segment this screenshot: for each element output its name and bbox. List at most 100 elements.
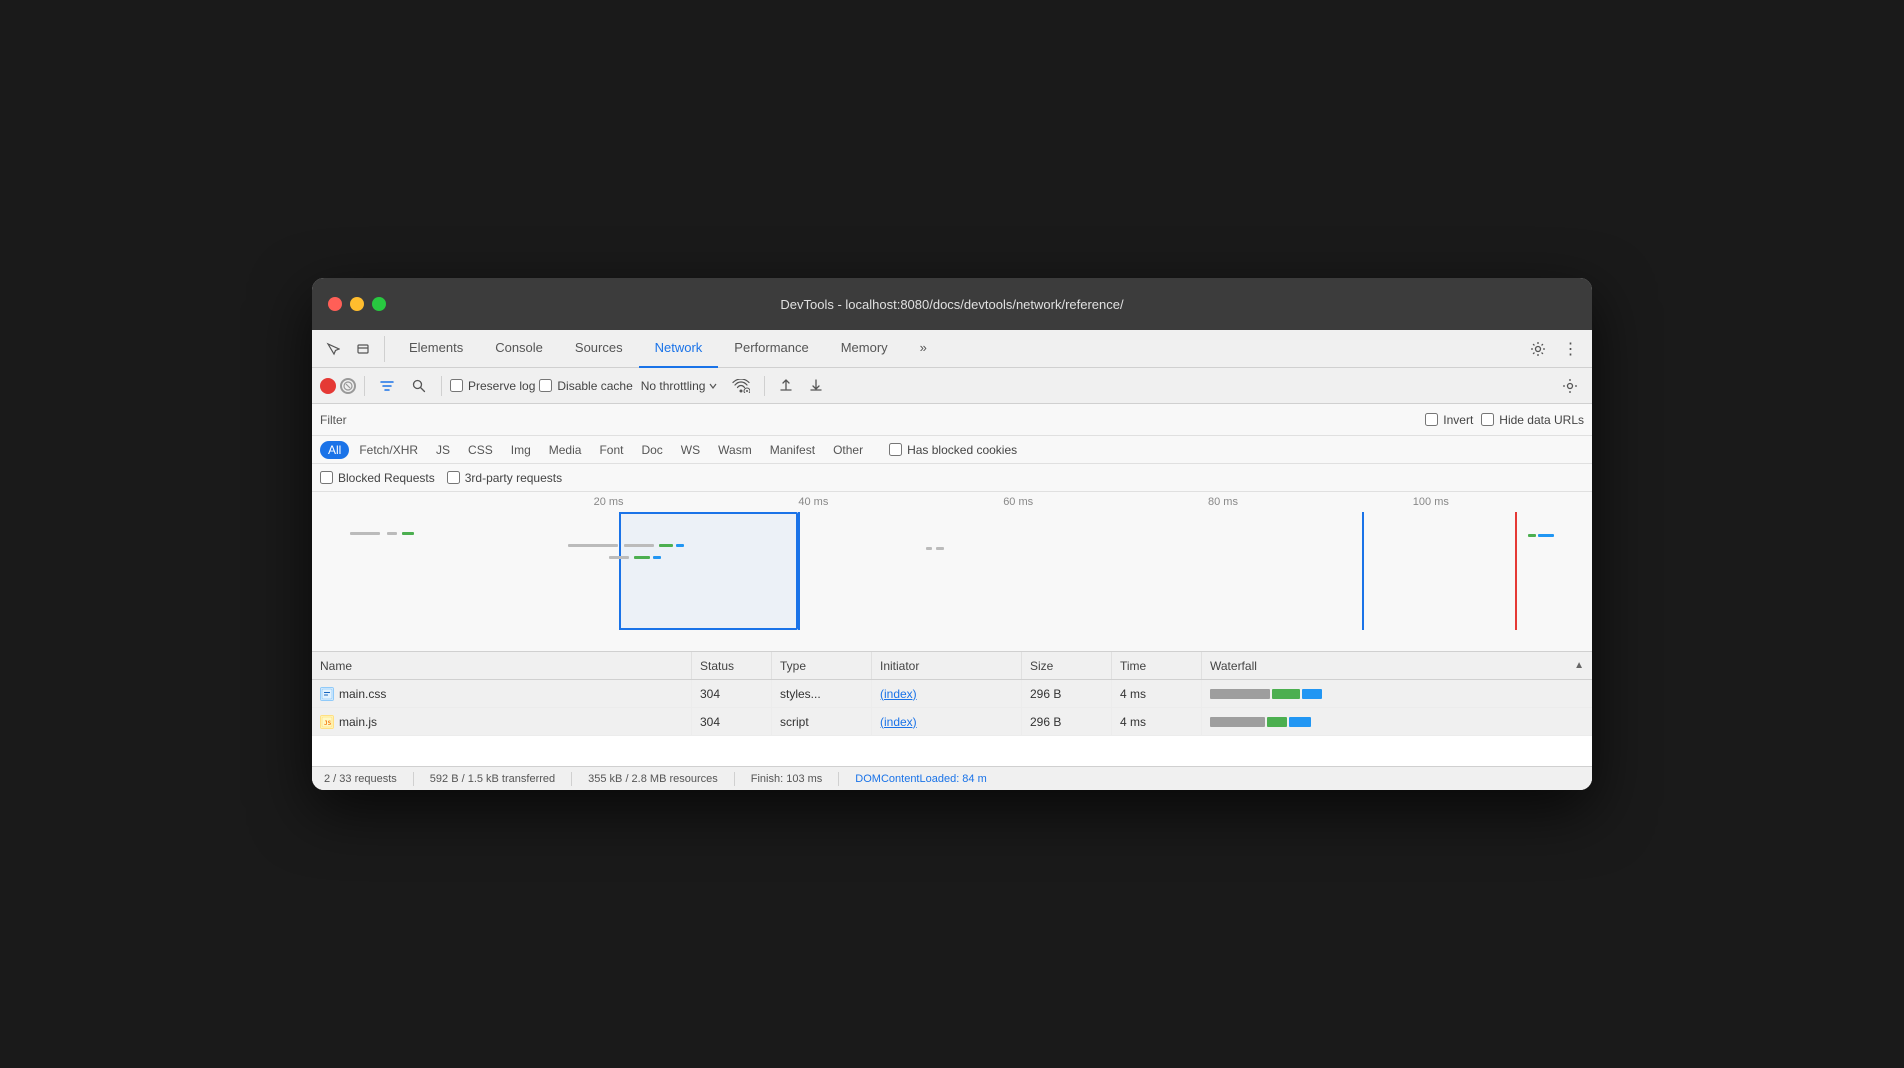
- td-waterfall-js: [1202, 708, 1592, 735]
- resources-size: 355 kB / 2.8 MB resources: [588, 773, 718, 785]
- td-status-js: 304: [692, 708, 772, 735]
- td-time-css: 4 ms: [1112, 680, 1202, 707]
- svg-text:JS: JS: [324, 720, 332, 727]
- minimize-button[interactable]: [350, 297, 364, 311]
- tab-performance[interactable]: Performance: [718, 330, 824, 368]
- waterfall-row-3: [594, 556, 661, 559]
- table-row[interactable]: main.css 304 styles... (index) 296 B 4 m…: [312, 680, 1592, 708]
- disable-cache-checkbox[interactable]: [539, 379, 552, 392]
- network-settings-btn[interactable]: [1556, 372, 1584, 400]
- dom-content-loaded: DOMContentLoaded: 84 m: [855, 773, 986, 785]
- tab-elements[interactable]: Elements: [393, 330, 479, 368]
- td-waterfall-css: [1202, 680, 1592, 707]
- wf-blue-bar-js: [1289, 717, 1311, 727]
- th-name[interactable]: Name: [312, 652, 692, 679]
- filter-media[interactable]: Media: [541, 441, 590, 459]
- filter-wasm[interactable]: Wasm: [710, 441, 760, 459]
- sort-arrow-icon: ▲: [1574, 660, 1584, 671]
- th-type[interactable]: Type: [772, 652, 872, 679]
- has-blocked-cookies-label[interactable]: Has blocked cookies: [889, 443, 1017, 457]
- download-btn[interactable]: [803, 377, 829, 395]
- waterfall-row-2: [568, 544, 684, 547]
- waterfall-row-1: [350, 532, 414, 535]
- invert-label[interactable]: Invert: [1425, 413, 1473, 427]
- invert-checkbox[interactable]: [1425, 413, 1438, 426]
- waterfall-selection-box[interactable]: [619, 512, 798, 630]
- wf-gray-bar-js: [1210, 717, 1265, 727]
- selection-right-handle[interactable]: [798, 512, 800, 630]
- td-size-css: 296 B: [1022, 680, 1112, 707]
- upload-btn[interactable]: [773, 377, 799, 395]
- waterfall-overview[interactable]: 20 ms 40 ms 60 ms 80 ms 100 ms: [312, 492, 1592, 652]
- selection-left-handle[interactable]: [619, 512, 621, 630]
- timeline-label-80ms: 80 ms: [1208, 496, 1238, 508]
- filter-all[interactable]: All: [320, 441, 349, 459]
- cursor-icon-btn[interactable]: [320, 336, 346, 362]
- preserve-log-checkbox[interactable]: [450, 379, 463, 392]
- filter-manifest[interactable]: Manifest: [762, 441, 823, 459]
- td-size-js: 296 B: [1022, 708, 1112, 735]
- third-party-requests-label[interactable]: 3rd-party requests: [447, 471, 562, 485]
- waterfall-row-4: [926, 547, 944, 550]
- initiator-link-js[interactable]: (index): [880, 715, 917, 729]
- status-bar: 2 / 33 requests 592 B / 1.5 kB transferr…: [312, 766, 1592, 790]
- tab-network[interactable]: Network: [639, 330, 719, 368]
- hide-data-urls-label[interactable]: Hide data URLs: [1481, 413, 1584, 427]
- filter-img[interactable]: Img: [503, 441, 539, 459]
- waterfall-bars-css: [1210, 689, 1584, 699]
- tabs-list: Elements Console Sources Network Perform…: [393, 330, 1524, 368]
- filter-js[interactable]: JS: [428, 441, 458, 459]
- close-button[interactable]: [328, 297, 342, 311]
- blocked-requests-checkbox[interactable]: [320, 471, 333, 484]
- table-empty-area: [312, 736, 1592, 766]
- filter-font[interactable]: Font: [591, 441, 631, 459]
- initiator-link-css[interactable]: (index): [880, 687, 917, 701]
- requests-count: 2 / 33 requests: [324, 773, 397, 785]
- th-waterfall[interactable]: Waterfall ▲: [1202, 652, 1592, 679]
- search-icon-btn[interactable]: [405, 376, 433, 396]
- css-file-icon: [320, 687, 334, 701]
- filter-ws[interactable]: WS: [673, 441, 708, 459]
- maximize-button[interactable]: [372, 297, 386, 311]
- filter-doc[interactable]: Doc: [633, 441, 670, 459]
- network-toolbar: Preserve log Disable cache No throttling: [312, 368, 1592, 404]
- wifi-settings-btn[interactable]: [726, 377, 756, 395]
- more-icon-btn[interactable]: ⋮: [1556, 335, 1584, 363]
- table-row[interactable]: JS main.js 304 script (index) 296 B 4 ms: [312, 708, 1592, 736]
- blocked-requests-label[interactable]: Blocked Requests: [320, 471, 435, 485]
- filter-css[interactable]: CSS: [460, 441, 501, 459]
- disable-cache-label[interactable]: Disable cache: [539, 379, 632, 393]
- throttle-select[interactable]: No throttling: [637, 377, 723, 395]
- wf-gray-bar: [1210, 689, 1270, 699]
- toolbar-divider-2: [441, 376, 442, 396]
- toolbar-divider-1: [364, 376, 365, 396]
- has-blocked-cookies-checkbox[interactable]: [889, 443, 902, 456]
- filter-other[interactable]: Other: [825, 441, 871, 459]
- timeline-label-100ms: 100 ms: [1413, 496, 1449, 508]
- filter-icon-btn[interactable]: [373, 376, 401, 396]
- transferred-size: 592 B / 1.5 kB transferred: [430, 773, 555, 785]
- tab-more[interactable]: »: [904, 330, 943, 368]
- th-size[interactable]: Size: [1022, 652, 1112, 679]
- settings-icon-btn[interactable]: [1524, 335, 1552, 363]
- filter-fetch-xhr[interactable]: Fetch/XHR: [351, 441, 426, 459]
- th-status[interactable]: Status: [692, 652, 772, 679]
- tab-sources[interactable]: Sources: [559, 330, 639, 368]
- th-initiator[interactable]: Initiator: [872, 652, 1022, 679]
- more-dots-icon: ⋮: [1563, 339, 1578, 359]
- hide-data-urls-checkbox[interactable]: [1481, 413, 1494, 426]
- stop-button[interactable]: [340, 378, 356, 394]
- td-initiator-css: (index): [872, 680, 1022, 707]
- traffic-lights: [328, 297, 386, 311]
- record-button[interactable]: [320, 378, 336, 394]
- layers-icon-btn[interactable]: [350, 336, 376, 362]
- tab-memory[interactable]: Memory: [825, 330, 904, 368]
- filter-label: Filter: [320, 413, 347, 427]
- tab-console[interactable]: Console: [479, 330, 559, 368]
- devtools-window: DevTools - localhost:8080/docs/devtools/…: [312, 278, 1592, 790]
- preserve-log-label[interactable]: Preserve log: [450, 379, 535, 393]
- waterfall-row-5: [1528, 534, 1554, 537]
- third-party-requests-checkbox[interactable]: [447, 471, 460, 484]
- th-time[interactable]: Time: [1112, 652, 1202, 679]
- td-initiator-js: (index): [872, 708, 1022, 735]
